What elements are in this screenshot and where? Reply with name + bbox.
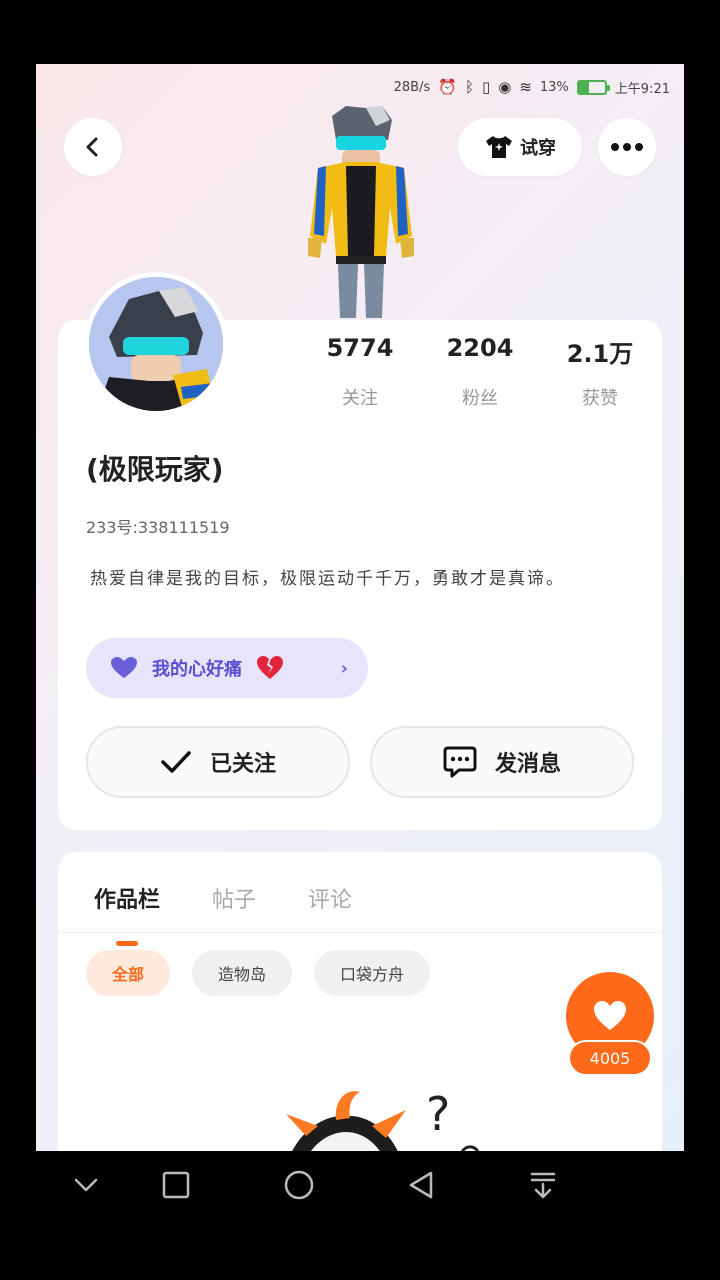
- chevron-left-icon: [86, 137, 98, 157]
- avatar[interactable]: [84, 272, 228, 416]
- battery-icon: [576, 79, 610, 95]
- triangle-back-icon: [409, 1171, 433, 1199]
- chip-creation-island[interactable]: 造物岛: [192, 950, 293, 996]
- heart-icon: [594, 1001, 626, 1030]
- check-icon: [161, 751, 191, 773]
- tab-works[interactable]: 作品栏: [94, 882, 160, 914]
- system-nav-bar: [0, 1151, 720, 1280]
- avatar-image: [89, 277, 223, 411]
- chip-all[interactable]: 全部: [86, 950, 171, 996]
- net-speed: 28B/s: [393, 79, 431, 95]
- follow-label: 已关注: [209, 752, 276, 777]
- stat-following[interactable]: 5774 关注: [300, 334, 420, 410]
- vibrate-icon: ▯: [481, 78, 491, 96]
- circle-icon: [284, 1170, 314, 1200]
- filter-chips: 全部 造物岛 口袋方舟: [86, 950, 431, 996]
- battery-percent: 13%: [539, 79, 569, 95]
- eye-icon: ◉: [498, 78, 512, 96]
- nav-collapse-button[interactable]: [64, 1163, 108, 1207]
- square-icon: [162, 1171, 190, 1199]
- status-bar: 28B/s ⏰ ᛒ ▯ ◉ ≋ 13% 上午9:21: [36, 64, 684, 110]
- stat-likes[interactable]: 2.1万 获赞: [540, 334, 660, 410]
- empty-state-mascot: ?: [286, 1087, 479, 1151]
- wifi-icon: ≋: [519, 78, 532, 96]
- nav-back-button[interactable]: [399, 1163, 443, 1207]
- broken-heart-icon: [257, 656, 283, 679]
- stat-label: 粉丝: [462, 388, 498, 409]
- message-button[interactable]: 发消息: [370, 726, 634, 798]
- like-count: 4005: [568, 1040, 652, 1076]
- mood-text: 我的心好痛: [152, 659, 242, 680]
- tab-comments[interactable]: 评论: [308, 882, 352, 914]
- avatar-figure: [308, 106, 414, 318]
- stat-label: 获赞: [582, 388, 618, 409]
- stat-value: 2204: [446, 334, 514, 362]
- svg-text:?: ?: [426, 1087, 450, 1141]
- stat-value: 2.1万: [566, 340, 634, 368]
- try-on-label: 试穿: [520, 138, 556, 159]
- tshirt-icon: [486, 136, 512, 158]
- more-dots-icon: [611, 143, 643, 151]
- message-label: 发消息: [494, 752, 561, 777]
- chat-bubble-icon: [443, 746, 477, 778]
- chevron-down-icon: [74, 1178, 98, 1192]
- stat-label: 关注: [342, 388, 378, 409]
- app-screen: 28B/s ⏰ ᛒ ▯ ◉ ≋ 13% 上午9:21 试穿 5774 关注 22…: [36, 64, 684, 1151]
- clock: 上午9:21: [614, 81, 670, 97]
- stats-row: 5774 关注 2204 粉丝 2.1万 获赞: [300, 334, 660, 410]
- bluetooth-icon: ᛒ: [464, 78, 474, 96]
- bio-text: 热爱自律是我的目标，极限运动千千万，勇敢才是真谛。: [90, 569, 565, 589]
- follow-button[interactable]: 已关注: [86, 726, 350, 798]
- nav-notifications-button[interactable]: [521, 1163, 565, 1207]
- pull-down-icon: [530, 1172, 556, 1199]
- chip-pocket-ark[interactable]: 口袋方舟: [314, 950, 431, 996]
- chevron-right-icon: ›: [340, 657, 348, 679]
- try-on-button[interactable]: 试穿: [458, 118, 582, 176]
- works-tabs: 作品栏 帖子 评论: [94, 882, 352, 914]
- back-button[interactable]: [64, 118, 122, 176]
- user-id: 233号:338111519: [86, 518, 230, 537]
- purple-heart-icon: [111, 657, 137, 678]
- stat-fans[interactable]: 2204 粉丝: [420, 334, 540, 410]
- nav-home-button[interactable]: [277, 1163, 321, 1207]
- stat-value: 5774: [326, 334, 394, 362]
- more-button[interactable]: [598, 118, 656, 176]
- divider: [58, 932, 662, 933]
- alarm-icon: ⏰: [438, 78, 457, 96]
- username: (极限玩家): [86, 453, 224, 486]
- mood-status-button[interactable]: 我的心好痛 ›: [86, 638, 368, 698]
- nav-recents-button[interactable]: [154, 1163, 198, 1207]
- tab-posts[interactable]: 帖子: [212, 882, 256, 914]
